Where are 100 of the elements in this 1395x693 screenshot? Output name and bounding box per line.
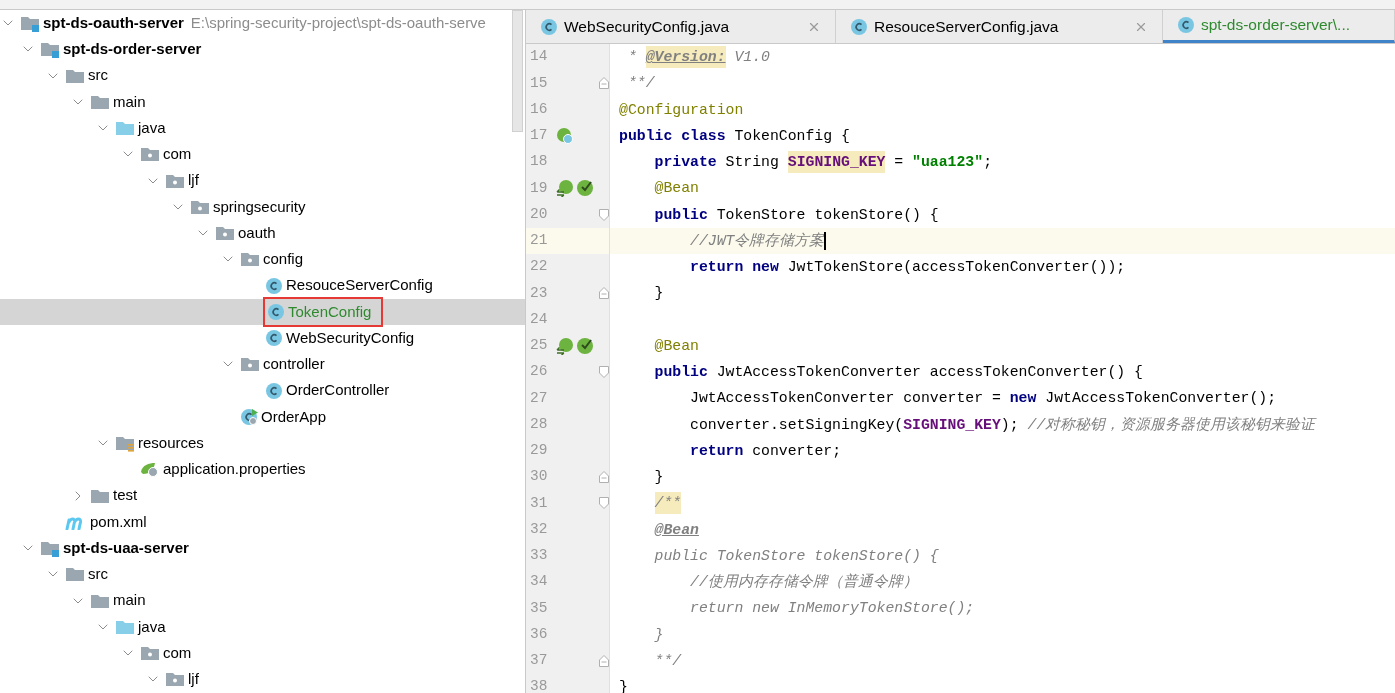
tree-row[interactable]: main — [0, 587, 525, 614]
code-token: //JWT令牌存储方案 — [690, 231, 825, 251]
code-token: //使用内存存储令牌（普通令牌） — [690, 572, 918, 593]
unfold-icon[interactable] — [599, 471, 609, 484]
tree-label: java — [138, 117, 166, 138]
tree-row[interactable]: OrderApp — [0, 403, 525, 430]
tree-row[interactable]: pom.xml — [0, 508, 525, 535]
line-number: 15 — [529, 73, 549, 93]
class-icon — [265, 276, 283, 295]
class-icon — [1177, 16, 1195, 34]
text-cursor — [824, 231, 827, 250]
scrollbar-thumb[interactable] — [512, 10, 523, 132]
tree-label: pom.xml — [90, 511, 147, 532]
tree-label: config — [263, 249, 304, 270]
tree-row[interactable]: ljf — [0, 666, 525, 693]
tree-row[interactable]: java — [0, 115, 525, 142]
unfold-icon[interactable] — [599, 654, 609, 667]
editor-tab[interactable]: spt-ds-order-server\... — [1163, 10, 1395, 43]
code-token: } — [654, 284, 664, 304]
code-token: JwtTokenStore(accessTokenConverter()); — [787, 258, 1126, 278]
tree-label: spt-ds-uaa-server — [63, 537, 189, 558]
line-number: 16 — [529, 99, 549, 119]
spring-properties-icon — [140, 460, 160, 479]
code-token: converter.setSigningKey( — [690, 415, 904, 435]
tree-label: application.properties — [163, 459, 306, 480]
tree-row[interactable]: controller — [0, 351, 525, 378]
tree-row[interactable]: application.properties — [0, 456, 525, 483]
tree-label: spt-ds-oauth-server — [43, 12, 184, 33]
line-number: 17 — [529, 126, 549, 145]
code-token: @Bean — [654, 520, 699, 540]
class-icon — [267, 302, 285, 321]
editor-tab[interactable]: WebSecurityConfig.java — [526, 10, 836, 43]
code-token: **/ — [654, 651, 682, 671]
tree-row[interactable]: oauth — [0, 220, 525, 247]
code-token: TokenStore tokenStore() { — [716, 205, 939, 225]
tree-row[interactable]: ResouceServerConfig — [0, 272, 525, 299]
tree-row[interactable]: ljf — [0, 167, 525, 194]
bean-arrows-icon[interactable] — [555, 336, 574, 355]
code-token: public — [654, 205, 709, 225]
app-class-icon — [240, 407, 258, 426]
bean-icon[interactable] — [555, 126, 574, 145]
code-token: ; — [983, 153, 993, 173]
code-token: public TokenStore tokenStore() { — [654, 546, 939, 566]
package-icon — [140, 145, 160, 164]
tree-label: springsecurity — [213, 196, 306, 217]
tree-row[interactable]: OrderController — [0, 377, 525, 404]
code-token: "uaa123" — [912, 153, 984, 173]
line-number: 27 — [529, 388, 549, 408]
bean-arrows-icon[interactable] — [555, 179, 574, 198]
tree-row[interactable]: springsecurity — [0, 193, 525, 220]
tree-row[interactable]: spt-ds-uaa-server — [0, 535, 525, 562]
package-icon — [140, 644, 160, 663]
tree-row[interactable]: main — [0, 88, 525, 115]
tree-label: ljf — [188, 170, 199, 191]
tree-row[interactable]: WebSecurityConfig — [0, 325, 525, 352]
tree-label: main — [113, 590, 146, 611]
tree-row[interactable]: resources — [0, 430, 525, 457]
tree-row[interactable]: spt-ds-oauth-server E:\spring-security-project\spt-ds-oauth-serve — [0, 10, 525, 37]
code-token: } — [654, 625, 664, 645]
tree-label: TokenConfig — [288, 301, 372, 322]
tree-label: com — [163, 642, 192, 663]
code-token: @Version: — [645, 46, 726, 69]
package-icon — [240, 355, 260, 374]
tree-label: ljf — [188, 669, 199, 690]
code-token: public class — [619, 126, 727, 146]
tree-label: test — [113, 485, 138, 506]
tree-row[interactable]: src — [0, 561, 525, 588]
tree-label: controller — [263, 354, 325, 375]
line-number: 18 — [529, 152, 549, 172]
unfold-icon[interactable] — [599, 77, 609, 90]
code-token: SIGNING_KEY — [903, 415, 1001, 435]
package-icon — [165, 670, 185, 689]
tree-label: WebSecurityConfig — [286, 327, 415, 348]
line-number: 19 — [529, 178, 549, 198]
line-number: 32 — [529, 519, 549, 539]
line-number: 26 — [529, 362, 549, 382]
fold-icon[interactable] — [599, 366, 609, 379]
tree-label: com — [163, 144, 192, 165]
tree-row[interactable]: config — [0, 246, 525, 273]
tree-label: oauth — [238, 222, 276, 243]
bean-check-icon[interactable] — [575, 336, 594, 355]
code-token: } — [654, 468, 664, 488]
code-token: return new InMemoryTokenStore(); — [690, 599, 975, 619]
folder-icon — [115, 119, 135, 138]
line-number: 37 — [529, 651, 549, 670]
tree-label: OrderController — [286, 380, 390, 401]
fold-icon[interactable] — [599, 208, 609, 221]
tree-row[interactable]: test — [0, 482, 525, 509]
tree-label: java — [138, 616, 166, 637]
tree-row[interactable]: src — [0, 62, 525, 89]
code-token: JwtAccessTokenConverter(); — [1045, 389, 1277, 409]
class-icon — [265, 329, 283, 348]
tree-row[interactable]: java — [0, 613, 525, 640]
code-token: @Bean — [654, 336, 699, 356]
tree-row[interactable]: com — [0, 141, 525, 168]
tree-row[interactable]: spt-ds-order-server — [0, 36, 525, 63]
tree-row[interactable]: com — [0, 640, 525, 667]
bean-check-icon[interactable] — [575, 179, 594, 198]
unfold-icon[interactable] — [599, 287, 609, 300]
fold-icon[interactable] — [599, 497, 609, 510]
